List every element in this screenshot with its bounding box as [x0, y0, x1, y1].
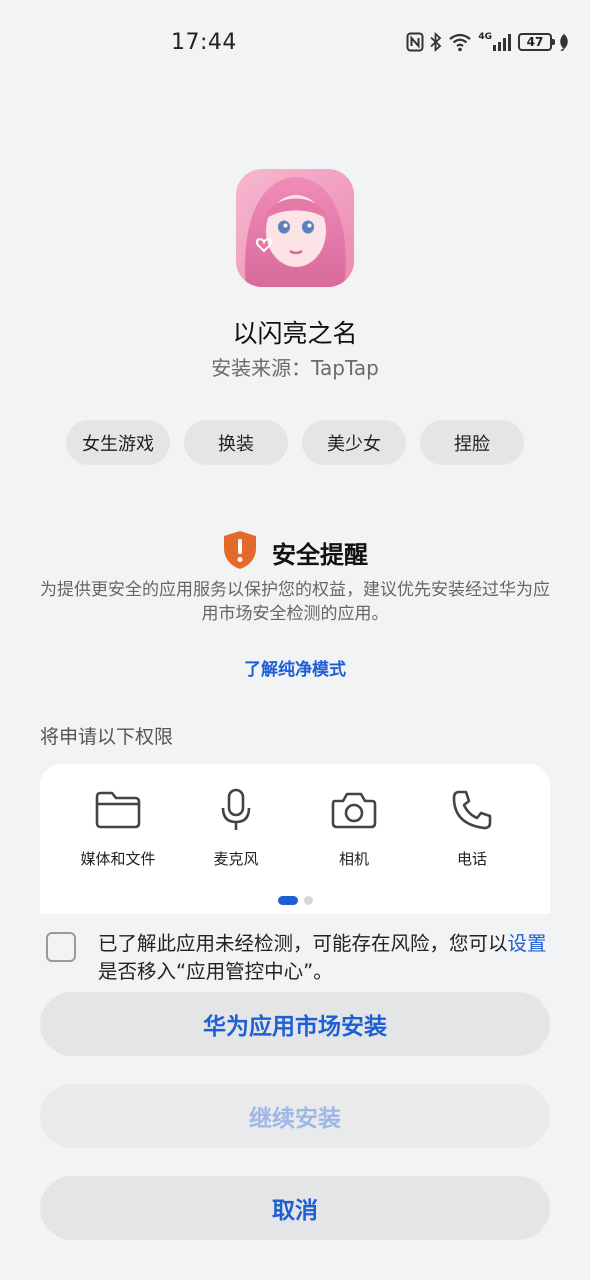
camera-icon: [330, 786, 378, 834]
market-install-button[interactable]: 华为应用市场安装: [40, 992, 550, 1056]
permission-camera: 相机: [295, 786, 413, 869]
page-dot: [303, 896, 313, 905]
install-source: 安装来源：TapTap: [211, 356, 379, 380]
permissions-card[interactable]: 媒体和文件 麦克风 相机 电话: [40, 764, 550, 914]
leaf-icon: [558, 33, 570, 51]
permission-label: 电话: [456, 850, 487, 868]
page-dot-active: [277, 896, 298, 905]
status-bar: 17:44 4G 47: [0, 0, 590, 90]
security-alert-title: 安全提醒: [272, 540, 368, 569]
tag-chip: 女生游戏: [66, 420, 170, 465]
status-icons: 4G 47: [406, 32, 570, 52]
page-indicator: [40, 896, 550, 905]
app-icon: [236, 169, 354, 287]
risk-consent-text: 已了解此应用未经检测，可能存在风险，您可以设置是否移入“应用管控中心”。: [98, 930, 550, 986]
wifi-icon: [448, 32, 472, 52]
permission-label: 相机: [338, 850, 369, 868]
consent-text-part: 是否移入“应用管控中心”。: [98, 960, 333, 983]
tag-chip: 美少女: [302, 420, 406, 465]
pure-mode-link[interactable]: 了解纯净模式: [0, 655, 590, 680]
battery-icon: 47: [518, 33, 555, 51]
continue-install-button[interactable]: 继续安装: [40, 1084, 550, 1148]
tag-chip: 换装: [184, 420, 288, 465]
security-alert-header: 安全提醒: [0, 530, 590, 574]
cellular-signal-icon: 4G: [478, 33, 512, 51]
bluetooth-icon: [430, 32, 442, 52]
app-name: 以闪亮之名: [232, 319, 358, 348]
shield-warning-icon: [222, 530, 258, 574]
permission-microphone: 麦克风: [177, 786, 295, 869]
tag-chip: 捏脸: [420, 420, 524, 465]
phone-icon: [448, 786, 496, 834]
tag-list: 女生游戏 换装 美少女 捏脸: [66, 420, 524, 465]
settings-link[interactable]: 设置: [508, 932, 547, 955]
nfc-icon: [406, 32, 424, 52]
cancel-button[interactable]: 取消: [40, 1176, 550, 1240]
status-time: 17:44: [171, 30, 237, 55]
consent-text-part: 已了解此应用未经检测，可能存在风险，您可以: [98, 932, 508, 955]
permissions-heading: 将申请以下权限: [40, 726, 174, 748]
folder-icon: [94, 786, 142, 834]
permission-phone: 电话: [413, 786, 531, 869]
risk-consent-checkbox[interactable]: [46, 932, 76, 962]
permission-label: 麦克风: [213, 850, 259, 868]
microphone-icon: [212, 786, 260, 834]
permission-media-files: 媒体和文件: [59, 786, 177, 869]
permission-label: 媒体和文件: [80, 850, 156, 868]
security-alert-text: 为提供更安全的应用服务以保护您的权益，建议优先安装经过华为应用市场安全检测的应用…: [40, 580, 550, 624]
battery-level: 47: [526, 35, 544, 49]
risk-consent: 已了解此应用未经检测，可能存在风险，您可以设置是否移入“应用管控中心”。: [46, 930, 550, 986]
